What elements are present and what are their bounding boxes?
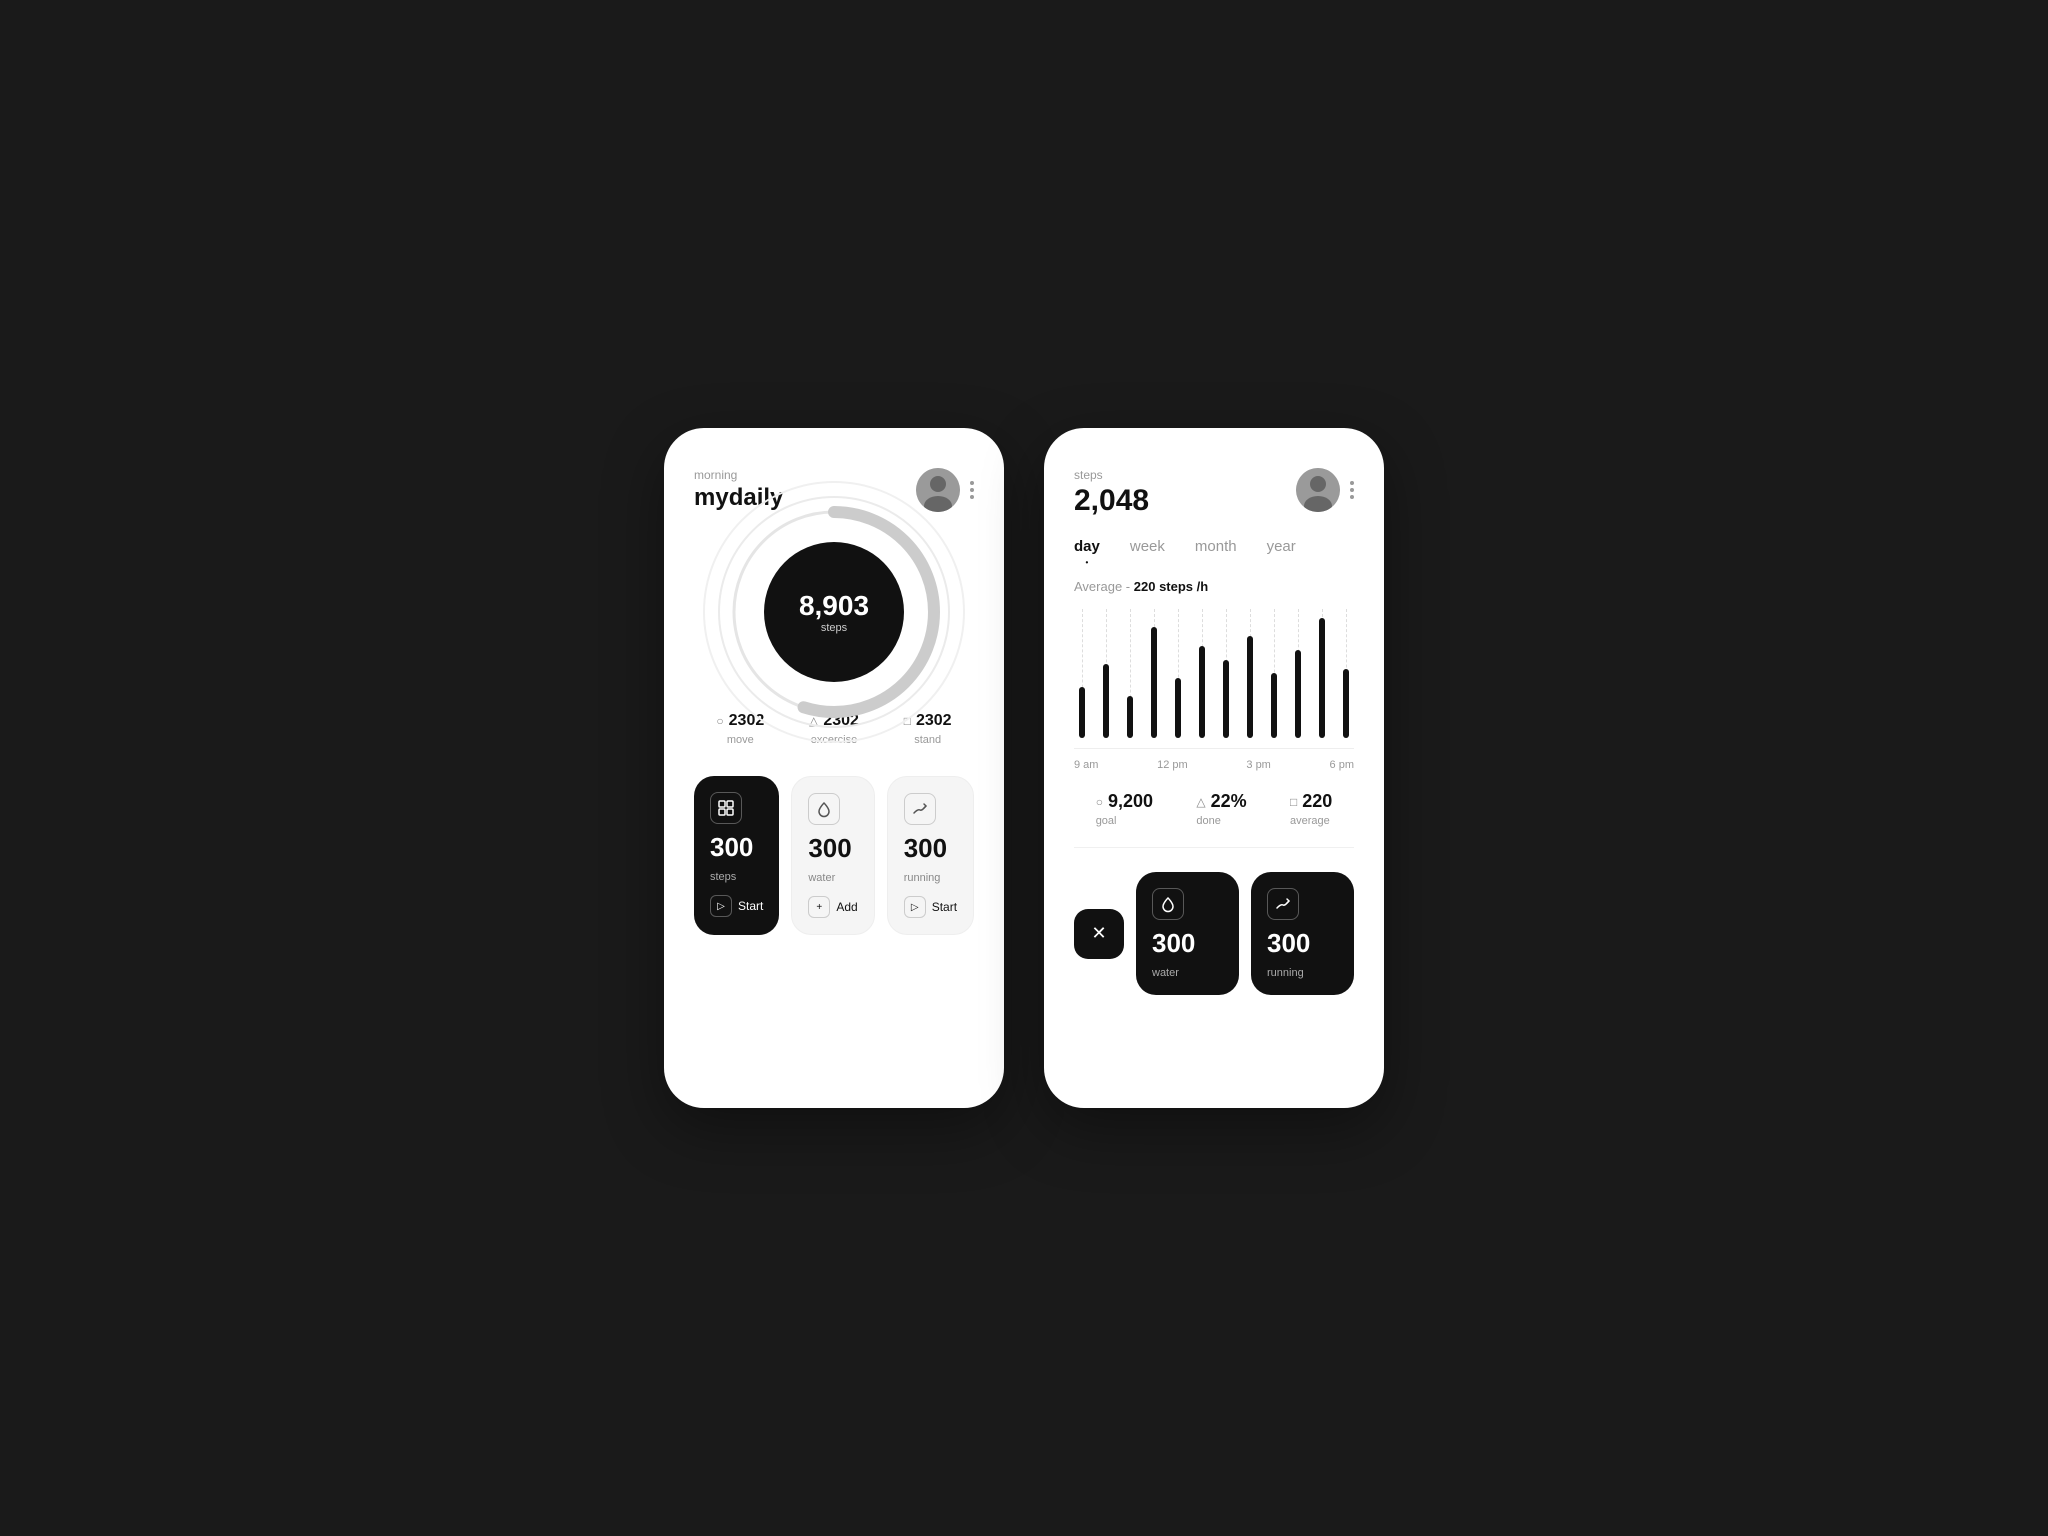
tab-year[interactable]: year — [1267, 538, 1296, 559]
goal-stat: ○ 9,200 goal — [1096, 791, 1153, 827]
done-label: done — [1196, 815, 1220, 827]
running-card-label: running — [904, 872, 957, 884]
water-icon-dark — [1152, 888, 1184, 920]
goal-value: 9,200 — [1108, 791, 1153, 812]
water-card-add-button[interactable]: + Add — [808, 896, 857, 918]
avatar-right[interactable] — [1296, 468, 1340, 512]
right-phone-header: steps 2,048 — [1074, 468, 1354, 518]
water-card-label: water — [808, 872, 857, 884]
play-icon: ▷ — [710, 895, 732, 917]
right-more-menu-button[interactable] — [1350, 481, 1354, 499]
bar-7 — [1247, 636, 1253, 738]
close-button[interactable]: ✕ — [1074, 909, 1124, 959]
bar-col-7 — [1242, 609, 1258, 738]
running-card: 300 running ▷ Start — [887, 776, 974, 935]
running-icon-dark — [1267, 888, 1299, 920]
goal-label: goal — [1096, 815, 1117, 827]
chart-label-12pm: 12 pm — [1157, 759, 1188, 771]
bar-col-10 — [1314, 609, 1330, 738]
done-stat: △ 22% done — [1196, 791, 1246, 827]
done-value: 22% — [1211, 791, 1247, 812]
average-value: 220 — [1302, 791, 1332, 812]
average-label: Average - 220 steps /h — [1074, 579, 1354, 594]
triangle-icon-2: △ — [1196, 795, 1205, 809]
bar-6 — [1223, 660, 1229, 738]
chart-label-9am: 9 am — [1074, 759, 1098, 771]
bar-col-0 — [1074, 609, 1090, 738]
bar-col-1 — [1098, 609, 1114, 738]
tab-week[interactable]: week — [1130, 538, 1165, 559]
steps-info: steps 2,048 — [1074, 468, 1149, 518]
water-dark-label: water — [1152, 967, 1223, 979]
bar-1 — [1103, 664, 1109, 738]
square-icon-2: □ — [1290, 795, 1297, 809]
ring-steps-value: 8,903 — [799, 590, 869, 622]
steps-card-icon — [710, 792, 742, 824]
water-card-value: 300 — [808, 833, 857, 864]
water-card-dark: 300 water — [1136, 872, 1239, 995]
add-label: Add — [836, 900, 857, 914]
bottom-cards-row: ✕ 300 water 300 running — [1074, 872, 1354, 995]
ring-steps-label: steps — [821, 622, 847, 634]
right-phone: steps 2,048 day week month year Average … — [1044, 428, 1384, 1108]
chart-labels: 9 am 12 pm 3 pm 6 pm — [1074, 759, 1354, 771]
bar-10 — [1319, 618, 1325, 738]
circle-icon-2: ○ — [1096, 795, 1103, 809]
bar-col-6 — [1218, 609, 1234, 738]
water-card: 300 water + Add — [791, 776, 874, 935]
bar-9 — [1295, 650, 1301, 738]
steps-card-value: 300 — [710, 832, 763, 863]
water-card-icon — [808, 793, 840, 825]
chart-label-6pm: 6 pm — [1330, 759, 1354, 771]
tab-day[interactable]: day — [1074, 538, 1100, 559]
start-label: Start — [738, 899, 763, 913]
bar-col-4 — [1170, 609, 1186, 738]
bar-col-9 — [1290, 609, 1306, 738]
bar-4 — [1175, 678, 1181, 738]
bar-2 — [1127, 696, 1133, 738]
bar-col-5 — [1194, 609, 1210, 738]
bar-3 — [1151, 627, 1157, 738]
bar-chart — [1074, 609, 1354, 749]
tab-month[interactable]: month — [1195, 538, 1237, 559]
activity-cards: 300 steps ▷ Start 300 water + Add — [694, 776, 974, 935]
bar-5 — [1199, 646, 1205, 738]
bar-col-8 — [1266, 609, 1282, 738]
steps-card-start-button[interactable]: ▷ Start — [710, 895, 763, 917]
right-header-right — [1296, 468, 1354, 512]
running-dark-label: running — [1267, 967, 1338, 979]
water-dark-value: 300 — [1152, 928, 1223, 959]
ring-center: 8,903 steps — [764, 542, 904, 682]
steps-ring: 8,903 steps — [694, 542, 974, 682]
bottom-stats: ○ 9,200 goal △ 22% done □ 220 average — [1074, 791, 1354, 848]
running-card-icon — [904, 793, 936, 825]
chart-label-3pm: 3 pm — [1246, 759, 1270, 771]
plus-icon: + — [808, 896, 830, 918]
period-tabs: day week month year — [1074, 538, 1354, 559]
steps-card: 300 steps ▷ Start — [694, 776, 779, 935]
bar-11 — [1343, 669, 1349, 738]
running-dark-value: 300 — [1267, 928, 1338, 959]
steps-big-value: 2,048 — [1074, 484, 1149, 518]
running-card-dark: 300 running — [1251, 872, 1354, 995]
bar-col-2 — [1122, 609, 1138, 738]
average-stat: □ 220 average — [1290, 791, 1332, 827]
steps-card-label: steps — [710, 871, 763, 883]
bar-0 — [1079, 687, 1085, 738]
play-icon-2: ▷ — [904, 896, 926, 918]
start-label-2: Start — [932, 900, 957, 914]
bar-col-11 — [1338, 609, 1354, 738]
steps-small-label: steps — [1074, 468, 1149, 482]
bar-col-3 — [1146, 609, 1162, 738]
running-card-value: 300 — [904, 833, 957, 864]
running-card-start-button[interactable]: ▷ Start — [904, 896, 957, 918]
average-label-2: average — [1290, 815, 1330, 827]
bar-8 — [1271, 673, 1277, 738]
left-phone: morning mydaily 8, — [664, 428, 1004, 1108]
